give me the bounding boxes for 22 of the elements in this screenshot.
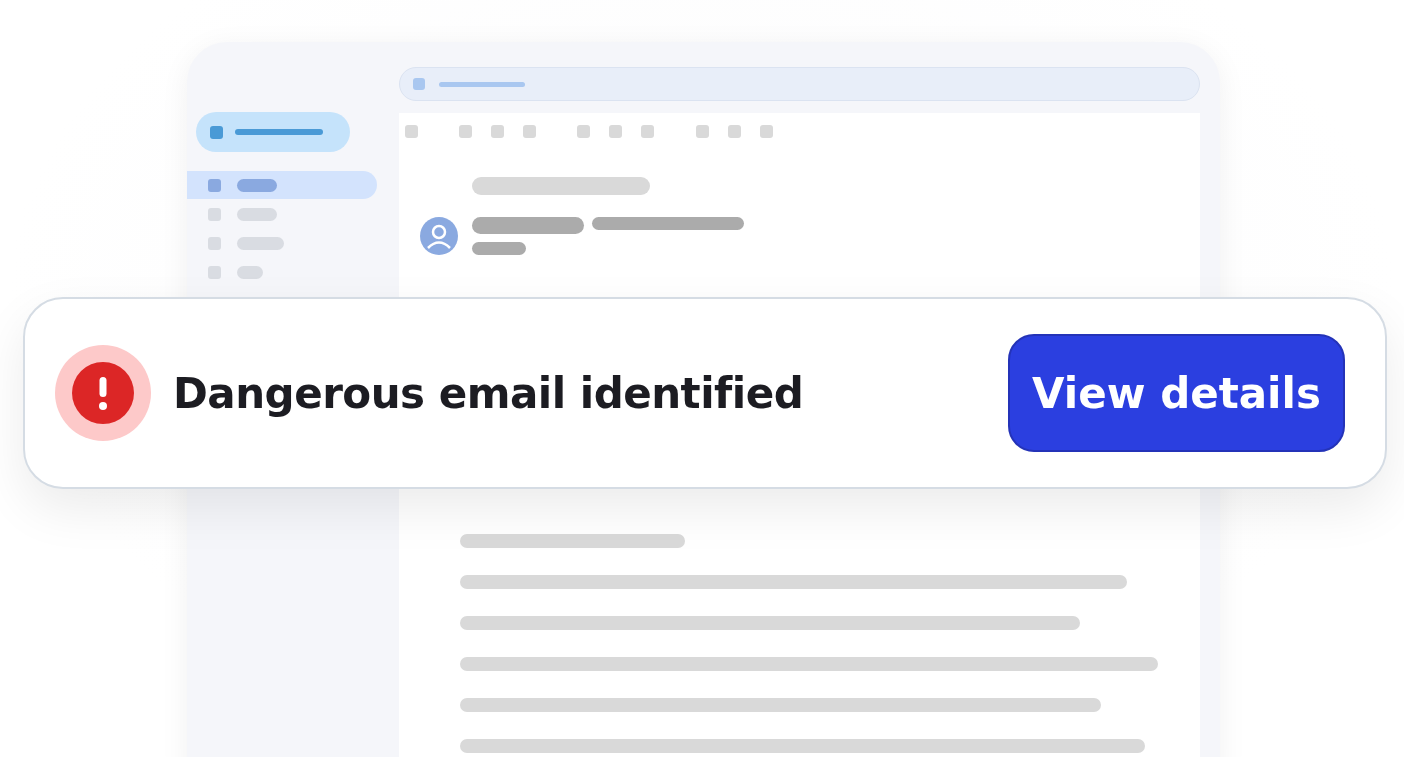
- avatar-icon: [420, 217, 458, 255]
- view-details-button[interactable]: View details: [1008, 334, 1345, 452]
- alert-title: Dangerous email identified: [173, 368, 805, 418]
- sidebar-item[interactable]: [187, 171, 377, 199]
- toolbar-icon[interactable]: [609, 124, 622, 138]
- warning-icon: [55, 345, 151, 441]
- toolbar-icon[interactable]: [728, 124, 741, 138]
- toolbar-icon[interactable]: [405, 124, 418, 138]
- toolbar-icon[interactable]: [760, 124, 773, 138]
- search-field[interactable]: [399, 67, 1200, 101]
- compose-button[interactable]: [196, 112, 350, 152]
- placeholder-bar: [237, 178, 277, 192]
- placeholder-bar: [237, 265, 263, 279]
- toolbar-icon[interactable]: [641, 124, 654, 138]
- placeholder-bar: [237, 236, 284, 250]
- toolbar-icon[interactable]: [491, 124, 504, 138]
- toolbar-icon[interactable]: [523, 124, 536, 138]
- toolbar-icon[interactable]: [696, 124, 709, 138]
- placeholder-bar: [237, 207, 277, 221]
- placeholder-bar: [472, 242, 526, 255]
- toolbar-icon[interactable]: [459, 124, 472, 138]
- toolbar-icon[interactable]: [577, 124, 590, 138]
